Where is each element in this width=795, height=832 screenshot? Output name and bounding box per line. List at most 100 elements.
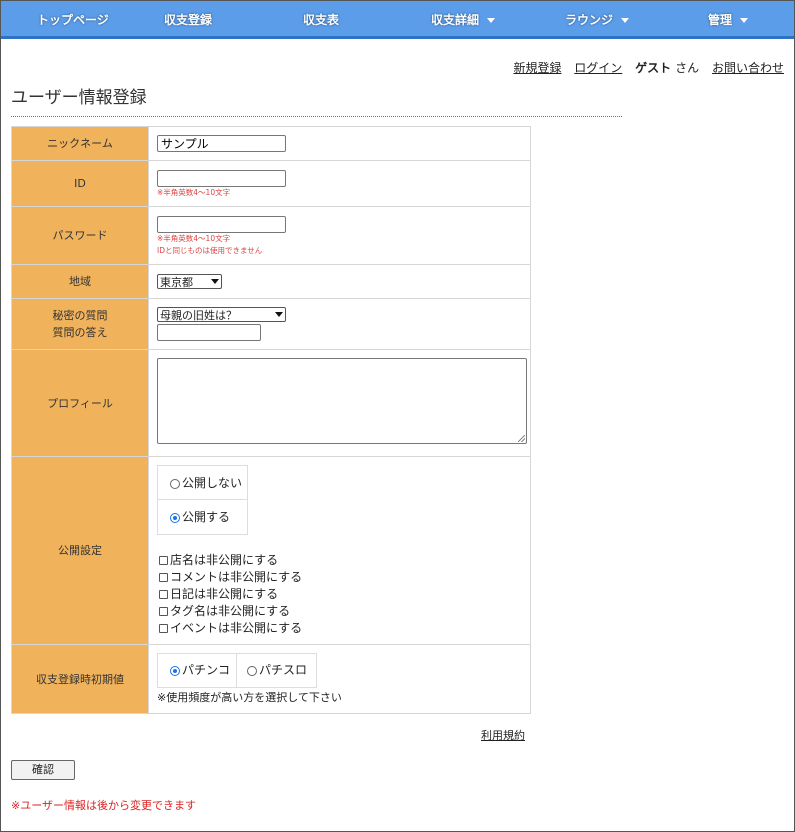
- profile-textarea[interactable]: [157, 358, 527, 444]
- nav-table[interactable]: 収支表: [303, 1, 339, 39]
- nav-label: 収支登録: [164, 13, 213, 27]
- secret-question-value: 母親の旧姓は？: [160, 308, 237, 322]
- password-cell: ※半角英数4～10文字 IDと同じものは使用できません: [148, 206, 531, 265]
- pachislo-option[interactable]: パチスロ: [237, 654, 316, 687]
- radio-icon[interactable]: [247, 665, 257, 676]
- resize-grip-icon[interactable]: [518, 435, 525, 442]
- publish-public-label: 公開する: [182, 510, 231, 524]
- id-input[interactable]: [157, 170, 286, 187]
- register-link[interactable]: 新規登録: [513, 61, 561, 75]
- publish-private-option[interactable]: 公開しない: [158, 466, 247, 500]
- nav-admin[interactable]: 管理: [708, 1, 749, 39]
- initial-radio-group: パチンコ パチスロ: [157, 653, 317, 688]
- row-secret: 秘密の質問 質問の答え 母親の旧姓は？: [11, 298, 531, 350]
- secret-label: 秘密の質問 質問の答え: [11, 298, 149, 350]
- row-initial: 収支登録時初期値 パチンコ パチスロ ※使用頻度が高い方を選択して下さい: [11, 644, 531, 714]
- pachislo-label: パチスロ: [259, 663, 308, 677]
- login-link[interactable]: ログイン: [574, 61, 622, 75]
- nav-label: トップページ: [37, 13, 109, 27]
- guest-suffix: さん: [675, 61, 700, 75]
- secret-answer-label: 質問の答え: [52, 326, 108, 339]
- region-cell: 東京都: [148, 264, 531, 299]
- nav-lounge[interactable]: ラウンジ: [565, 1, 630, 39]
- initial-cell: パチンコ パチスロ ※使用頻度が高い方を選択して下さい: [148, 644, 531, 714]
- id-label: ID: [11, 160, 149, 207]
- publish-public-option[interactable]: 公開する: [158, 500, 247, 534]
- checkbox-icon[interactable]: [159, 556, 168, 565]
- nickname-input[interactable]: [157, 135, 286, 152]
- checkbox-label: 店名は非公開にする: [170, 553, 279, 567]
- checkbox-icon[interactable]: [159, 607, 168, 616]
- profile-cell: [148, 349, 531, 457]
- row-profile: プロフィール: [11, 349, 531, 457]
- contact-link[interactable]: お問い合わせ: [712, 61, 784, 75]
- id-hint: ※半角英数4～10文字: [157, 188, 231, 197]
- checkbox-label: タグ名は非公開にする: [170, 604, 291, 618]
- secret-answer-input[interactable]: [157, 324, 261, 341]
- nav-label: 管理: [708, 13, 733, 27]
- checkbox-label: 日記は非公開にする: [170, 587, 279, 601]
- radio-selected-icon[interactable]: [170, 512, 180, 523]
- caret-down-icon: [487, 18, 496, 23]
- checkbox-icon[interactable]: [159, 624, 168, 633]
- top-links: 新規登録 ログイン ゲスト さん お問い合わせ: [504, 59, 784, 76]
- checkbox-label: イベントは非公開にする: [170, 621, 303, 635]
- secret-question-select[interactable]: 母親の旧姓は？: [157, 307, 286, 322]
- confirm-button[interactable]: 確認: [11, 760, 75, 780]
- publish-private-label: 公開しない: [182, 476, 243, 490]
- terms-link[interactable]: 利用規約: [481, 727, 525, 743]
- region-value: 東京都: [160, 275, 193, 289]
- nickname-cell: [148, 126, 531, 161]
- password-label: パスワード: [11, 206, 149, 265]
- chevron-down-icon: [211, 279, 219, 284]
- checkbox-item[interactable]: 店名は非公開にする: [159, 552, 530, 569]
- registration-form: ニックネーム ID ※半角英数4～10文字 パスワード ※半角英数4～10文字 …: [11, 126, 531, 714]
- row-id: ID ※半角英数4～10文字: [11, 160, 531, 207]
- row-region: 地域 東京都: [11, 264, 531, 299]
- radio-selected-icon[interactable]: [170, 665, 180, 676]
- page-title: ユーザー情報登録: [11, 88, 147, 108]
- profile-label: プロフィール: [11, 349, 149, 457]
- pachinko-option[interactable]: パチンコ: [158, 654, 237, 687]
- pachinko-label: パチンコ: [182, 663, 231, 677]
- footer-note: ※ユーザー情報は後から変更できます: [11, 799, 196, 812]
- checkbox-item[interactable]: タグ名は非公開にする: [159, 603, 530, 620]
- nav-top-page[interactable]: トップページ: [37, 1, 109, 39]
- secret-cell: 母親の旧姓は？: [148, 298, 531, 350]
- row-publish: 公開設定 公開しない 公開する 店名は非公開にする コメントは非公開にする 日記…: [11, 456, 531, 645]
- guest-name: ゲスト: [635, 61, 672, 75]
- checkbox-item[interactable]: 日記は非公開にする: [159, 586, 530, 603]
- publish-label: 公開設定: [11, 456, 149, 645]
- nav-label: ラウンジ: [565, 13, 614, 27]
- nav-record[interactable]: 収支登録: [164, 1, 212, 39]
- checkbox-icon[interactable]: [159, 590, 168, 599]
- password-input[interactable]: [157, 216, 286, 233]
- nickname-label: ニックネーム: [11, 126, 149, 161]
- radio-icon[interactable]: [170, 478, 180, 489]
- checkbox-item[interactable]: コメントは非公開にする: [159, 569, 530, 586]
- nav-details[interactable]: 収支詳細: [431, 1, 496, 39]
- region-select[interactable]: 東京都: [157, 274, 222, 289]
- title-divider: [11, 116, 622, 117]
- nav-label: 収支詳細: [431, 13, 480, 27]
- publish-checkbox-list: 店名は非公開にする コメントは非公開にする 日記は非公開にする タグ名は非公開に…: [157, 552, 530, 637]
- publish-radio-group: 公開しない 公開する: [157, 465, 248, 535]
- chevron-down-icon: [275, 312, 283, 317]
- checkbox-label: コメントは非公開にする: [170, 570, 303, 584]
- publish-cell: 公開しない 公開する 店名は非公開にする コメントは非公開にする 日記は非公開に…: [148, 456, 531, 645]
- secret-question-label: 秘密の質問: [52, 309, 108, 322]
- id-cell: ※半角英数4～10文字: [148, 160, 531, 207]
- checkbox-icon[interactable]: [159, 573, 168, 582]
- caret-down-icon: [740, 18, 749, 23]
- initial-label: 収支登録時初期値: [11, 644, 149, 714]
- password-hint-2: IDと同じものは使用できません: [157, 246, 263, 255]
- caret-down-icon: [621, 18, 630, 23]
- password-hint-1: ※半角英数4～10文字: [157, 234, 231, 243]
- initial-note: ※使用頻度が高い方を選択して下さい: [157, 691, 342, 704]
- navbar: トップページ 収支登録 収支表 収支詳細 ラウンジ 管理: [1, 1, 794, 39]
- nav-label: 収支表: [303, 13, 340, 27]
- row-password: パスワード ※半角英数4～10文字 IDと同じものは使用できません: [11, 206, 531, 265]
- row-nickname: ニックネーム: [11, 126, 531, 161]
- region-label: 地域: [11, 264, 149, 299]
- checkbox-item[interactable]: イベントは非公開にする: [159, 620, 530, 637]
